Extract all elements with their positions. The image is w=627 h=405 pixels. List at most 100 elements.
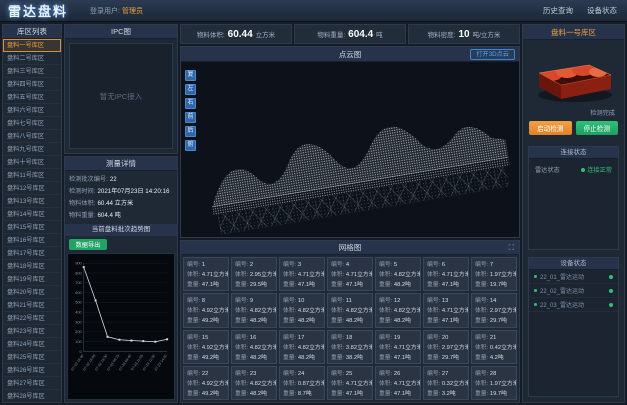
storage-list-item[interactable]: 盘料25号库区 — [3, 351, 61, 364]
storage-list-item[interactable]: 盘料27号库区 — [3, 377, 61, 390]
storage-list-item[interactable]: 盘料三号库区 — [3, 65, 61, 78]
grid-cell[interactable]: 编号: 2 体积: 2.95立方米 重量: 29.5吨 — [231, 257, 277, 291]
view-control-button[interactable]: 俯 — [185, 140, 196, 151]
svg-text:500: 500 — [75, 300, 82, 305]
storage-list-item[interactable]: 盘料一号库区 — [3, 39, 61, 52]
connection-row-label: 雷达状态 — [535, 165, 560, 174]
storage-list-item-label: 盘料四号库区 — [7, 81, 44, 88]
connection-rows: 雷达状态 连接正常 — [529, 159, 618, 174]
grid-cell[interactable]: 编号: 14 体积: 2.97立方米 重量: 29.7吨 — [471, 293, 517, 327]
top-bar-button[interactable]: 设备状态 — [587, 5, 617, 16]
storage-list-item[interactable]: 盘料17号库区 — [3, 247, 61, 260]
grid-cell[interactable]: 编号: 24 体积: 0.87立方米 重量: 8.7吨 — [279, 366, 325, 400]
ipc-panel-title: IPC图 — [65, 25, 177, 39]
storage-list-item[interactable]: 盘料16号库区 — [3, 234, 61, 247]
view-control-button[interactable]: 复 — [185, 70, 196, 81]
storage-list-item[interactable]: 盘料23号库区 — [3, 325, 61, 338]
storage-list-item[interactable]: 盘料28号库区 — [3, 390, 61, 403]
storage-list-item[interactable]: 盘料14号库区 — [3, 208, 61, 221]
ipc-panel: IPC图 暂无IPC接入 — [64, 24, 178, 154]
stat-unit: 吨 — [376, 29, 383, 39]
storage-list-item[interactable]: 盘料七号库区 — [3, 117, 61, 130]
top-bar-button[interactable]: 历史查询 — [543, 5, 573, 16]
grid-cell[interactable]: 编号: 21 体积: 0.42立方米 重量: 4.2吨 — [471, 330, 517, 364]
storage-list-item[interactable]: 盘料26号库区 — [3, 364, 61, 377]
storage-list-item[interactable]: 盘料二号库区 — [3, 52, 61, 65]
grid-expand-icon[interactable]: ⛶ — [509, 241, 514, 255]
storage-list-item[interactable]: 盘料八号库区 — [3, 130, 61, 143]
stat-value: 60.44 — [228, 29, 253, 40]
export-data-button[interactable]: 数据导出 — [69, 239, 107, 250]
storage-list-item[interactable]: 盘料21号库区 — [3, 299, 61, 312]
grid-cell[interactable]: 编号: 26 体积: 4.71立方米 重量: 47.1吨 — [375, 366, 421, 400]
grid-cell[interactable]: 编号: 12 体积: 4.82立方米 重量: 48.2吨 — [375, 293, 421, 327]
top-bar-button-label: 设备状态 — [587, 6, 617, 15]
storage-list-item[interactable]: 盘料六号库区 — [3, 104, 61, 117]
view-control-button[interactable]: 后 — [185, 126, 196, 137]
grid-cell[interactable]: 编号: 23 体积: 4.82立方米 重量: 48.2吨 — [231, 366, 277, 400]
grid-cell[interactable]: 编号: 22 体积: 4.92立方米 重量: 49.2吨 — [183, 366, 229, 400]
stat-unit: 立方米 — [256, 29, 276, 39]
storage-list-item[interactable]: 盘料19号库区 — [3, 273, 61, 286]
grid-cell[interactable]: 编号: 18 体积: 3.82立方米 重量: 38.2吨 — [327, 330, 373, 364]
storage-list-item[interactable]: 盘料十号库区 — [3, 156, 61, 169]
grid-cell[interactable]: 编号: 10 体积: 4.82立方米 重量: 48.2吨 — [279, 293, 325, 327]
storage-list-item-label: 盘料六号库区 — [7, 107, 44, 114]
storage-list-item[interactable]: 盘料四号库区 — [3, 78, 61, 91]
status-dot-icon — [534, 303, 537, 306]
device-status-item[interactable]: 22_02_雷达运动 — [529, 284, 618, 298]
storage-list-item[interactable]: 盘料15号库区 — [3, 221, 61, 234]
storage-list-item[interactable]: 盘料九号库区 — [3, 143, 61, 156]
storage-list-item[interactable]: 盘料24号库区 — [3, 338, 61, 351]
view-control-button[interactable]: 前 — [185, 112, 196, 123]
view-control-button[interactable]: 右 — [185, 98, 196, 109]
storage-list-item-label: 盘料20号库区 — [7, 289, 45, 296]
grid-cell[interactable]: 编号: 17 体积: 4.82立方米 重量: 48.2吨 — [279, 330, 325, 364]
storage-list-item[interactable]: 盘料22号库区 — [3, 312, 61, 325]
storage-list-item-label: 盘料11号库区 — [7, 172, 44, 179]
view-control-button[interactable]: 左 — [185, 84, 196, 95]
grid-cell[interactable]: 编号: 16 体积: 4.82立方米 重量: 48.2吨 — [231, 330, 277, 364]
device-status-item[interactable]: 22_03_雷达运动 — [529, 298, 618, 312]
grid-cell[interactable]: 编号: 7 体积: 1.97立方米 重量: 19.7吨 — [471, 257, 517, 291]
grid-cell[interactable]: 编号: 25 体积: 4.71立方米 重量: 47.1吨 — [327, 366, 373, 400]
storage-list-item[interactable]: 盘料五号库区 — [3, 91, 61, 104]
storage-list-item[interactable]: 盘料20号库区 — [3, 286, 61, 299]
device-status-box: 设备状态 22_01_雷达运动 22_02_雷达运动 22_03_雷达运动 — [528, 257, 619, 397]
grid-cell[interactable]: 编号: 11 体积: 4.82立方米 重量: 48.2吨 — [327, 293, 373, 327]
start-detect-button[interactable]: 启动检测 — [529, 121, 572, 135]
storage-list-item[interactable]: 盘料12号库区 — [3, 182, 61, 195]
open-3d-button[interactable]: 打开3D点云 — [470, 49, 515, 60]
grid-cell[interactable]: 编号: 3 体积: 4.71立方米 重量: 47.1吨 — [279, 257, 325, 291]
storage-list-item-label: 盘料26号库区 — [7, 367, 45, 374]
grid-cell[interactable]: 编号: 5 体积: 4.82立方米 重量: 48.2吨 — [375, 257, 421, 291]
grid-cell[interactable]: 编号: 15 体积: 4.92立方米 重量: 49.2吨 — [183, 330, 229, 364]
grid-cell[interactable]: 编号: 27 体积: 0.32立方米 重量: 3.2吨 — [423, 366, 469, 400]
storage-list-item-label: 盘料二号库区 — [7, 55, 44, 62]
storage-list-item[interactable]: 盘料18号库区 — [3, 260, 61, 273]
grid-cell[interactable]: 编号: 28 体积: 1.97立方米 重量: 19.7吨 — [471, 366, 517, 400]
grid-cell[interactable]: 编号: 4 体积: 4.71立方米 重量: 47.1吨 — [327, 257, 373, 291]
trend-title: 当前盘料批次趋势图 — [65, 224, 177, 236]
grid-cell[interactable]: 编号: 13 体积: 4.71立方米 重量: 47.1吨 — [423, 293, 469, 327]
connection-title: 连接状态 — [529, 147, 618, 159]
login-user[interactable]: 管理员 — [122, 8, 143, 15]
pointcloud-title: 点云图 — [339, 50, 362, 59]
stop-detect-button[interactable]: 停止检测 — [576, 121, 619, 135]
grid-cell[interactable]: 编号: 6 体积: 4.71立方米 重量: 47.1吨 — [423, 257, 469, 291]
grid-cell[interactable]: 编号: 19 体积: 4.71立方米 重量: 47.1吨 — [375, 330, 421, 364]
grid-title: 网格图 — [339, 243, 362, 252]
storage-list-item[interactable]: 盘料13号库区 — [3, 195, 61, 208]
grid-cell[interactable]: 编号: 9 体积: 4.82立方米 重量: 48.2吨 — [231, 293, 277, 327]
device-status-item[interactable]: 22_01_雷达运动 — [529, 270, 618, 284]
storage-list-item-label: 盘料七号库区 — [7, 120, 44, 127]
app-title: 雷达盘料 — [8, 1, 68, 20]
storage-list-item-label: 盘料八号库区 — [7, 133, 44, 140]
grid-cell[interactable]: 编号: 20 体积: 2.97立方米 重量: 29.7吨 — [423, 330, 469, 364]
radar-inventory-app: 雷达盘料 登录用户:管理员 历史查询设备状态 库区列表 盘料一号库区盘料二号库区… — [0, 0, 627, 405]
pointcloud-viewport[interactable]: 复左右前后俯 — [181, 62, 519, 237]
storage-list-item[interactable]: 盘料11号库区 — [3, 169, 61, 182]
grid-cell[interactable]: 编号: 8 体积: 4.92立方米 重量: 49.2吨 — [183, 293, 229, 327]
storage-list-item-label: 盘料17号库区 — [7, 250, 45, 257]
grid-cell[interactable]: 编号: 1 体积: 4.71立方米 重量: 47.1吨 — [183, 257, 229, 291]
